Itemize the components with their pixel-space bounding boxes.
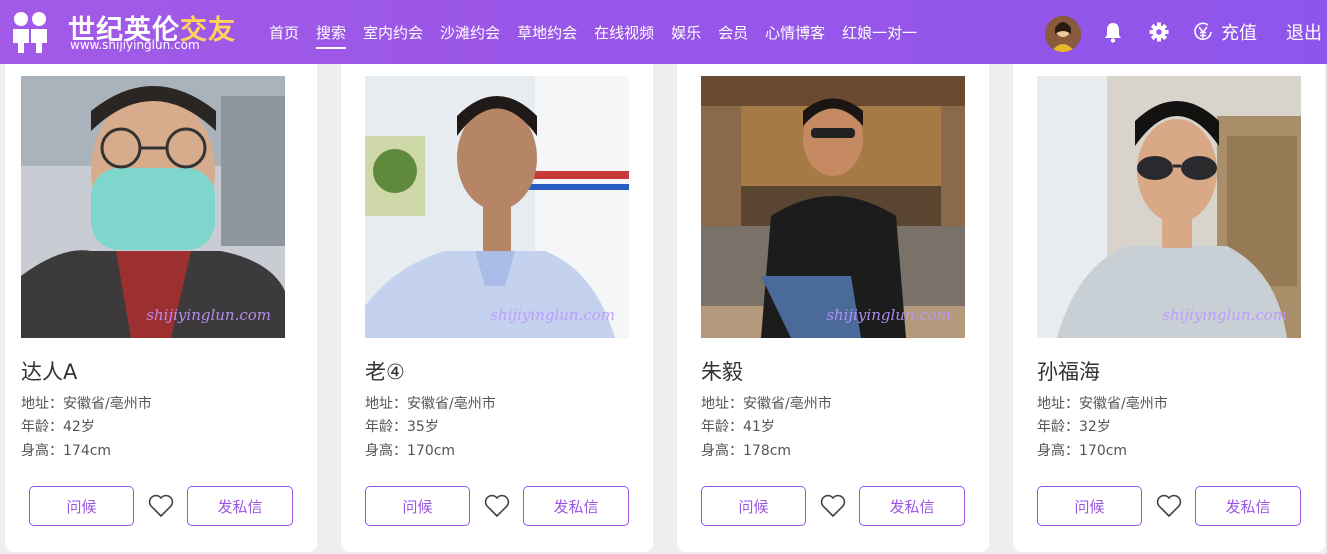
nav-item-online-video[interactable]: 在线视频 <box>594 22 654 43</box>
greet-button[interactable]: 问候 <box>701 486 806 526</box>
profile-address: 地址：安徽省/亳州市 <box>365 396 496 412</box>
profile-photo-image <box>21 76 285 338</box>
greet-button[interactable]: 问候 <box>29 486 134 526</box>
user-avatar[interactable] <box>1045 16 1081 52</box>
greet-button[interactable]: 问候 <box>365 486 470 526</box>
profile-age: 年龄：41岁 <box>701 419 775 435</box>
profile-name: 达人A <box>21 360 78 384</box>
nav-item-matchmaker[interactable]: 红娘一对一 <box>842 22 917 43</box>
profile-height: 身高：170cm <box>365 443 456 459</box>
profile-height: 身高：178cm <box>701 443 792 459</box>
nav-item-grass-date[interactable]: 草地约会 <box>517 22 577 43</box>
site-url: www.shijiyinglun.com <box>70 38 200 52</box>
watermark: shijiyinglun.com <box>490 306 615 324</box>
watermark: shijiyinglun.com <box>146 306 271 324</box>
nav-item-entertainment[interactable]: 娱乐 <box>671 22 701 43</box>
profile-photo[interactable]: shijiyinglun.com <box>21 76 285 338</box>
nav-item-search[interactable]: 搜索 <box>316 22 347 49</box>
profile-height: 身高：174cm <box>21 443 112 459</box>
heart-icon[interactable] <box>484 494 510 518</box>
profile-card: shijiyinglun.com 达人A 地址：安徽省/亳州市 年龄：42岁 身… <box>5 64 317 552</box>
recharge-button[interactable]: 充值 <box>1192 19 1257 45</box>
profile-photo[interactable]: shijiyinglun.com <box>701 76 965 338</box>
profile-address: 地址：安徽省/亳州市 <box>701 396 832 412</box>
couple-logo-icon[interactable] <box>10 9 50 55</box>
profile-name: 朱毅 <box>701 360 743 384</box>
profile-name: 老④ <box>365 360 405 384</box>
greet-button[interactable]: 问候 <box>1037 486 1142 526</box>
profile-photo-image <box>365 76 629 338</box>
main-nav: 首页 搜索 室内约会 沙滩约会 草地约会 在线视频 娱乐 会员 心情博客 红娘一… <box>269 0 934 64</box>
profile-age: 年龄：42岁 <box>21 419 95 435</box>
nav-item-indoor-date[interactable]: 室内约会 <box>363 22 423 43</box>
yen-icon <box>1194 22 1212 41</box>
private-message-button[interactable]: 发私信 <box>859 486 965 526</box>
profile-photo-image <box>1037 76 1301 338</box>
top-navbar: 世纪英伦交友 www.shijiyinglun.com 首页 搜索 室内约会 沙… <box>0 0 1327 64</box>
gear-icon[interactable] <box>1148 21 1170 43</box>
profile-card: shijiyinglun.com 老④ 地址：安徽省/亳州市 年龄：35岁 身高… <box>341 64 653 552</box>
avatar-image <box>1045 16 1081 52</box>
profile-address: 地址：安徽省/亳州市 <box>1037 396 1168 412</box>
profile-address: 地址：安徽省/亳州市 <box>21 396 152 412</box>
heart-icon[interactable] <box>148 494 174 518</box>
private-message-button[interactable]: 发私信 <box>523 486 629 526</box>
private-message-button[interactable]: 发私信 <box>187 486 293 526</box>
nav-item-mood-blog[interactable]: 心情博客 <box>765 22 825 43</box>
profile-name: 孙福海 <box>1037 360 1100 384</box>
heart-icon[interactable] <box>820 494 846 518</box>
profile-photo[interactable]: shijiyinglun.com <box>365 76 629 338</box>
logout-button[interactable]: 退出 <box>1286 19 1322 45</box>
bell-icon[interactable] <box>1102 21 1124 43</box>
nav-item-beach-date[interactable]: 沙滩约会 <box>440 22 500 43</box>
profile-photo[interactable]: shijiyinglun.com <box>1037 76 1301 338</box>
nav-item-home[interactable]: 首页 <box>269 22 299 43</box>
recharge-label: 充值 <box>1221 23 1257 44</box>
profile-height: 身高：170cm <box>1037 443 1128 459</box>
profile-age: 年龄：35岁 <box>365 419 439 435</box>
profile-card: shijiyinglun.com 孙福海 地址：安徽省/亳州市 年龄：32岁 身… <box>1013 64 1325 552</box>
nav-item-membership[interactable]: 会员 <box>718 22 748 43</box>
heart-icon[interactable] <box>1156 494 1182 518</box>
watermark: shijiyinglun.com <box>826 306 951 324</box>
private-message-button[interactable]: 发私信 <box>1195 486 1301 526</box>
watermark: shijiyinglun.com <box>1162 306 1287 324</box>
profile-age: 年龄：32岁 <box>1037 419 1111 435</box>
profile-card: shijiyinglun.com 朱毅 地址：安徽省/亳州市 年龄：41岁 身高… <box>677 64 989 552</box>
profile-photo-image <box>701 76 965 338</box>
